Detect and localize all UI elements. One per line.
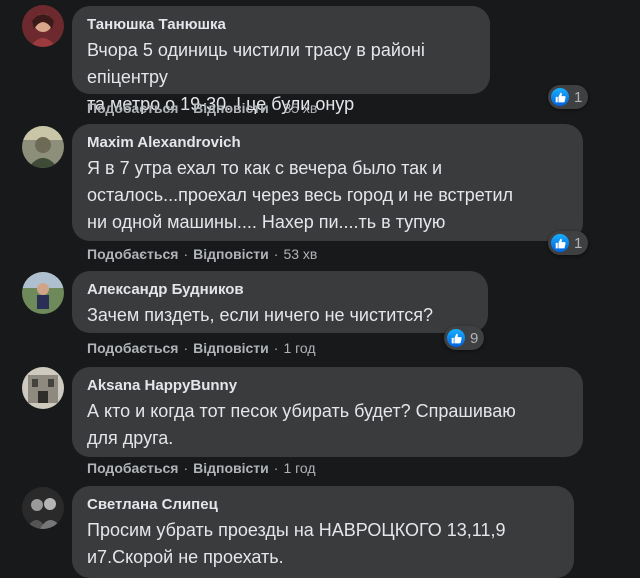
comment-bubble: Светлана Слипец Просим убрать проезды на…	[72, 486, 574, 578]
comment-timestamp[interactable]: 35 хв	[283, 100, 317, 116]
avatar-photo	[22, 5, 64, 47]
like-reaction-icon	[551, 234, 569, 252]
avatar[interactable]	[22, 272, 64, 314]
separator: ·	[273, 460, 279, 476]
comment-author[interactable]: Александр Будников	[87, 281, 472, 299]
separator: ·	[183, 460, 189, 476]
reaction-count: 9	[470, 329, 479, 347]
reaction-count-pill[interactable]: 1	[548, 85, 589, 109]
comment-timestamp[interactable]: 1 год	[283, 340, 315, 356]
comment-text: Просим убрать проезды на НАВРОЦКОГО 13,1…	[87, 517, 558, 571]
comment-text-line: А кто и когда тот песок убирать будет? С…	[87, 401, 516, 421]
avatar[interactable]	[22, 367, 64, 409]
comment-author[interactable]: Танюшка Танюшка	[87, 16, 474, 34]
comment-actions: Подобається · Відповісти · 1 год	[87, 339, 316, 357]
comment-text: Я в 7 утра ехал то как с вечера было так…	[87, 155, 567, 236]
comment-timestamp[interactable]: 1 год	[283, 460, 315, 476]
separator: ·	[183, 100, 189, 116]
separator: ·	[273, 340, 279, 356]
like-button[interactable]: Подобається	[87, 460, 178, 476]
comment-bubble: Танюшка Танюшка Вчора 5 одиниць чистили …	[72, 6, 490, 114]
comment-text: Зачем пиздеть, если ничего не чистится?	[87, 302, 472, 329]
comment-bubble: Maxim Alexandrovich Я в 7 утра ехал то к…	[72, 124, 583, 241]
like-reaction-icon	[551, 88, 569, 106]
comment-text-line: осталось...проехал через весь город и не…	[87, 185, 514, 205]
avatar-photo	[22, 367, 64, 409]
avatar-photo	[22, 272, 64, 314]
comment-text-line: и7.Скорой не проехать.	[87, 547, 284, 567]
reply-button[interactable]: Відповісти	[193, 100, 269, 116]
avatar[interactable]	[22, 487, 64, 529]
reply-button[interactable]: Відповісти	[193, 340, 269, 356]
comment-author[interactable]: Maxim Alexandrovich	[87, 134, 567, 152]
comment-text-line: Зачем пиздеть, если ничего не чистится?	[87, 305, 434, 325]
reply-button[interactable]: Відповісти	[193, 460, 269, 476]
like-reaction-icon	[447, 329, 465, 347]
reaction-count: 1	[574, 234, 583, 252]
comment-text-line: ни одной машины.... Нахер пи....ть в туп…	[87, 212, 446, 232]
separator: ·	[273, 100, 279, 116]
comment-author[interactable]: Aksana HappyBunny	[87, 377, 567, 395]
like-button[interactable]: Подобається	[87, 246, 178, 262]
comment-text-line: для друга.	[87, 428, 174, 448]
reaction-count-pill[interactable]: 1	[548, 231, 589, 255]
comment-text-line: Я в 7 утра ехал то как с вечера было так…	[87, 158, 443, 178]
comment-actions: Подобається · Відповісти · 35 хв	[87, 99, 317, 117]
separator: ·	[273, 246, 279, 262]
comment-timestamp[interactable]: 53 хв	[283, 246, 317, 262]
avatar-photo	[22, 487, 64, 529]
comment-text: А кто и когда тот песок убирать будет? С…	[87, 398, 567, 452]
comment-bubble: Aksana HappyBunny А кто и когда тот песо…	[72, 367, 583, 457]
separator: ·	[183, 246, 189, 262]
comment-actions: Подобається · Відповісти · 53 хв	[87, 245, 317, 263]
like-button[interactable]: Подобається	[87, 340, 178, 356]
comment-bubble: Александр Будников Зачем пиздеть, если н…	[72, 271, 488, 333]
avatar-photo	[22, 126, 64, 168]
separator: ·	[183, 340, 189, 356]
reaction-count: 1	[574, 88, 583, 106]
reply-button[interactable]: Відповісти	[193, 246, 269, 262]
comment-actions: Подобається · Відповісти · 1 год	[87, 459, 316, 477]
avatar[interactable]	[22, 5, 64, 47]
comment-text-line: Просим убрать проезды на НАВРОЦКОГО 13,1…	[87, 520, 506, 540]
like-button[interactable]: Подобається	[87, 100, 178, 116]
avatar[interactable]	[22, 126, 64, 168]
comment-author[interactable]: Светлана Слипец	[87, 496, 558, 514]
comment-text-line: Вчора 5 одиниць чистили трасу в районі е…	[87, 40, 425, 87]
reaction-count-pill[interactable]: 9	[444, 326, 485, 350]
